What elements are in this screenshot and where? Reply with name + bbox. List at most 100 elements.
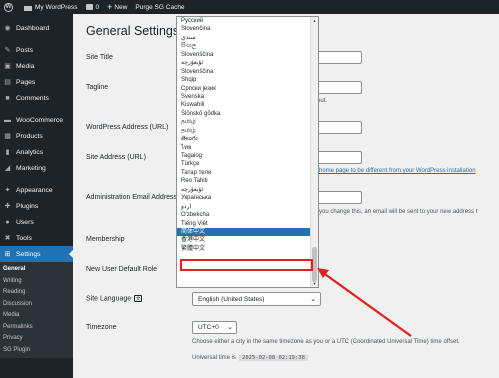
language-option[interactable]: తెలుగు [177,135,318,143]
language-option[interactable]: 香港中文 [177,236,318,244]
admin-sidebar: ◉ Dashboard ✎ Posts ▣ Media ▤ Pages ■ Comment… [0,14,73,378]
language-option[interactable]: Slovenščina [177,51,318,59]
wp-address-label: WordPress Address (URL) [86,124,169,131]
site-language-select[interactable]: English (United States) ⌄ [192,292,321,306]
language-option[interactable]: ไทย [177,144,318,152]
new-label: New [114,3,128,11]
submenu-writing[interactable]: Writing [0,276,73,288]
settings-submenu: General Writing Reading Discussion Media… [0,262,73,358]
scroll-down-icon[interactable]: ▼ [312,281,317,286]
site-address-description: home page to be different from your Word… [319,168,476,174]
timezone-select[interactable]: UTC+0 ⌄ [192,321,237,334]
chevron-down-icon: ⌄ [310,296,316,303]
sidebar-item-woocommerce[interactable]: ▬ WooCommerce [0,112,73,128]
marketing-icon: ◢ [4,165,11,172]
sidebar-item-marketing[interactable]: ◢ Marketing [0,160,73,176]
users-icon: ● [5,218,10,226]
products-icon: ▦ [4,133,11,140]
home-icon [24,4,32,11]
site-address-input[interactable] [317,151,362,164]
site-address-help-link[interactable]: home page to be different from your Word… [319,168,476,174]
purge-cache-button[interactable]: Purge SG Cache [131,0,188,14]
language-option[interactable]: O'zbekcha [177,211,318,219]
language-option[interactable]: தமிழ் [177,118,318,126]
comments-menu[interactable]: 0 [82,0,104,14]
admin-email-description: you change this, an email will be sent t… [319,209,478,215]
sidebar-item-label: Settings [16,250,41,258]
language-option[interactable]: Српски језик [177,85,318,93]
language-option[interactable]: Татар теле [177,169,318,177]
language-option[interactable]: සිංහල [177,42,318,50]
language-option[interactable]: Slovenščina [177,68,318,76]
sidebar-item-plugins[interactable]: ✚ Plugins [0,198,73,214]
language-option[interactable]: 繁體中文 [177,245,318,253]
site-title-input[interactable] [317,51,362,64]
sidebar-item-analytics[interactable]: ▮ Analytics [0,144,73,160]
timezone-label: Timezone [86,324,117,331]
submenu-media[interactable]: Media [0,310,73,322]
language-option[interactable]: Kiswahili [177,101,318,109]
submenu-permalinks[interactable]: Permalinks [0,322,73,334]
language-option[interactable]: Svenska [177,93,318,101]
dashboard-icon: ◉ [4,25,11,32]
language-dropdown-list[interactable]: Русский Slovenčina سنڌي සිංහල Slovenščina ئۇي… [176,16,319,288]
sidebar-item-media[interactable]: ▣ Media [0,58,73,74]
wordpress-logo-icon: W [4,2,13,12]
dropdown-scrollbar[interactable]: ▲ ▼ [310,17,318,287]
site-address-label: Site Address (URL) [86,154,146,161]
sidebar-item-appearance[interactable]: ✦ Appearance [0,182,73,198]
sidebar-item-label: Dashboard [16,24,50,32]
sidebar-item-label: Products [16,132,43,140]
language-option[interactable]: اردو [177,203,318,211]
language-option[interactable]: Tiếng Việt [177,220,318,228]
sidebar-item-posts[interactable]: ✎ Posts [0,42,73,58]
new-content-menu[interactable]: + New [103,0,131,14]
language-option[interactable]: தமிழ் [177,127,318,135]
page-title: General Settings [86,24,180,38]
submenu-discussion[interactable]: Discussion [0,299,73,311]
admin-email-input[interactable] [317,191,362,204]
language-option[interactable]: Slovenčina [177,25,318,33]
sidebar-item-label: Analytics [16,148,44,156]
sidebar-item-pages[interactable]: ▤ Pages [0,74,73,90]
sidebar-item-label: Tools [16,234,32,242]
sidebar-item-label: Comments [16,94,49,102]
sidebar-item-users[interactable]: ● Users [0,214,73,230]
appearance-icon: ✦ [4,187,11,194]
site-language-label-text: Site Language [86,295,132,303]
language-option[interactable]: Tagalog [177,152,318,160]
site-name-menu[interactable]: My WordPress [20,0,82,14]
site-language-value: English (United States) [198,295,265,303]
submenu-privacy[interactable]: Privacy [0,333,73,345]
scroll-up-icon[interactable]: ▲ [312,18,317,23]
language-option[interactable]: Українська [177,194,318,202]
tagline-input[interactable] [317,81,362,94]
sidebar-item-settings[interactable]: ⊞ Settings [0,246,73,262]
comment-icon: ■ [5,94,10,102]
language-option[interactable]: ئۇيغۇرچە [177,186,318,194]
language-option[interactable]: سنڌي [177,34,318,42]
language-option[interactable]: Reo Tahiti [177,177,318,185]
sidebar-item-comments[interactable]: ■ Comments [0,90,73,106]
submenu-sg-plugin[interactable]: SG Plugin [0,345,73,357]
submenu-reading[interactable]: Reading [0,287,73,299]
language-option[interactable]: Shqip [177,76,318,84]
sidebar-item-products[interactable]: ▦ Products [0,128,73,144]
language-option[interactable]: Türkçe [177,160,318,168]
wp-address-input[interactable] [317,121,362,134]
wp-logo-menu[interactable]: W [0,0,20,14]
language-option[interactable]: ئۇيغۇرچە [177,59,318,67]
language-option[interactable]: 简体中文 [177,227,318,237]
purge-label: Purge SG Cache [135,3,185,11]
sidebar-item-dashboard[interactable]: ◉ Dashboard [0,20,73,36]
sidebar-item-label: Plugins [16,202,39,210]
sidebar-item-tools[interactable]: ✖ Tools [0,230,73,246]
plus-icon: + [107,1,113,12]
submenu-general[interactable]: General [0,264,73,276]
chevron-down-icon: ⌄ [227,324,233,331]
site-title-label: Site Title [86,54,113,61]
language-option[interactable]: Русский [177,17,318,25]
annotation-highlight-box [180,259,313,271]
language-option[interactable]: Ślōnskŏ gŏdka [177,110,318,118]
sidebar-item-label: Users [16,218,34,226]
